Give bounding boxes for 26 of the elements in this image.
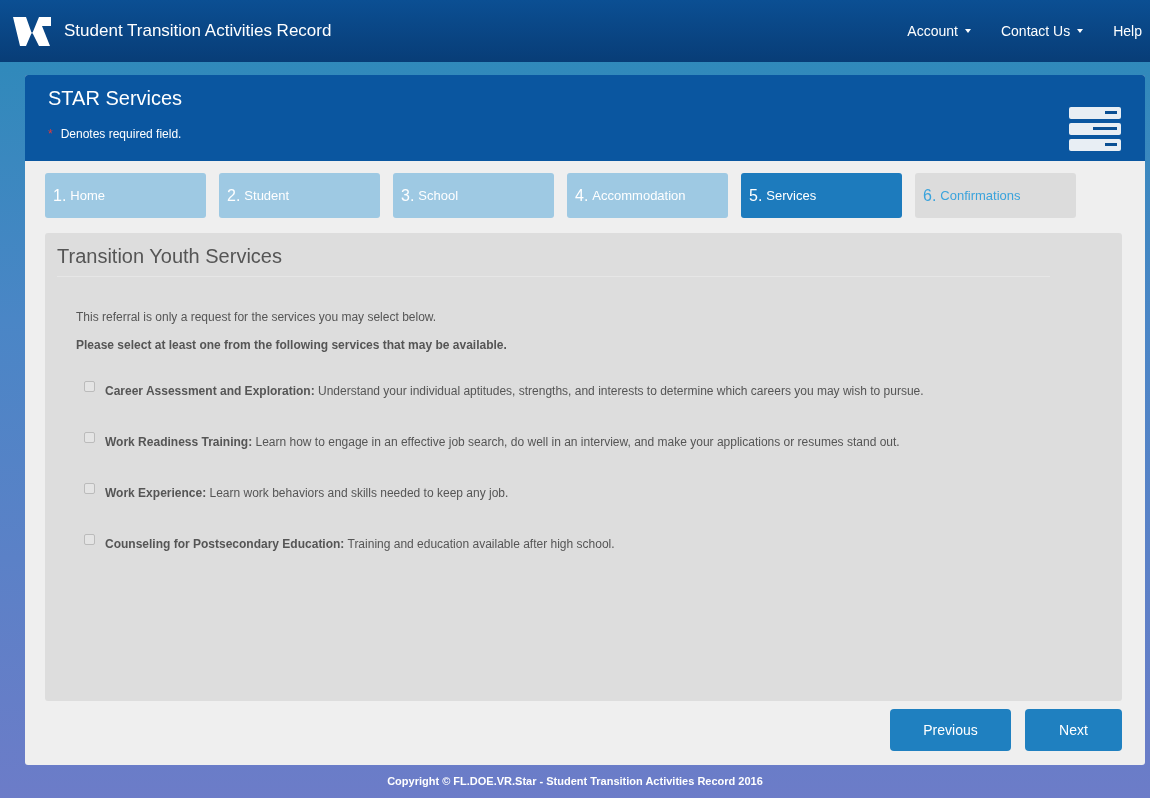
page-title: STAR Services (48, 87, 183, 110)
menu-icon[interactable] (1069, 107, 1121, 151)
service-checkbox[interactable] (84, 381, 95, 392)
intro-text: This referral is only a request for the services you may select below. (76, 310, 438, 324)
instruction-text: Please select at least one from the following services that may be available. (76, 338, 508, 352)
logo-icon (12, 14, 52, 48)
caret-icon (1077, 29, 1084, 33)
caret-icon (964, 29, 971, 33)
service-checkbox[interactable] (84, 483, 95, 494)
nav-button[interactable]: Previous (890, 709, 1011, 751)
brand-title[interactable]: Student Transition Activities Record (64, 21, 332, 41)
required-asterisk: * (48, 127, 53, 141)
nav-button[interactable]: Next (1025, 709, 1122, 751)
nav-menu-link[interactable]: Account (907, 23, 971, 39)
nav-menu-link[interactable]: Help (1113, 23, 1142, 39)
copyright-text: Copyright © FL.DOE.VR.Star - Student Transition Activities Record 2016 (386, 775, 764, 787)
service-description: Career Assessment and Exploration: Understand your individual aptitudes, strengths, and interests to determine which careers you may wish to pursue. (105, 384, 924, 398)
service-description: Work Readiness Training: Learn how to engage in an effective job search, do well in an interview, and make your applications or resumes stand out. (105, 435, 900, 449)
service-description: Counseling for Postsecondary Education: Training and education available after high school. (105, 537, 615, 551)
required-note: Denotes required field. (60, 127, 182, 141)
service-checkbox[interactable] (84, 432, 95, 443)
step-tab[interactable]: 5. Services (741, 173, 902, 218)
nav-menu-link[interactable]: Contact Us (1000, 23, 1084, 39)
service-checkbox[interactable] (84, 534, 95, 545)
service-description: Work Experience: Learn work behaviors and skills needed to keep any job. (105, 486, 509, 500)
panel-title: Transition Youth Services (57, 245, 1050, 277)
